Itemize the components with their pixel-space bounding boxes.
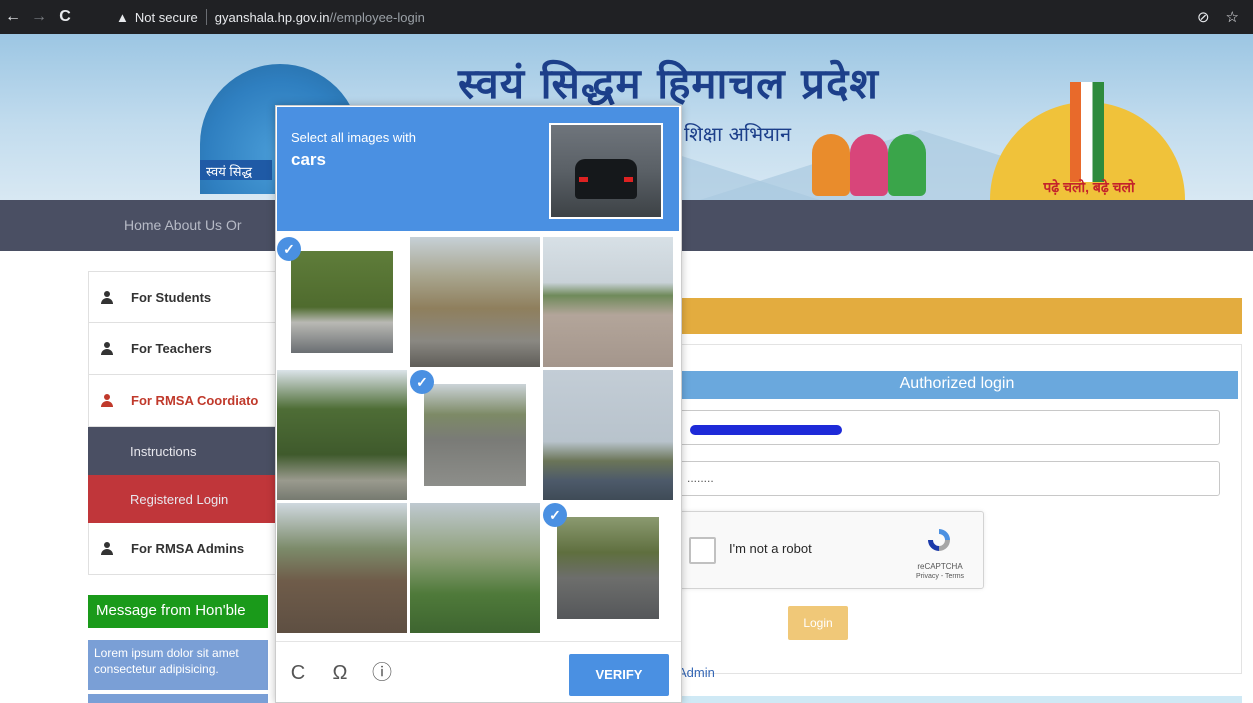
checkmark-icon: ✓ bbox=[410, 370, 434, 394]
challenge-tile[interactable]: ✓ bbox=[410, 370, 540, 500]
challenge-target: cars bbox=[291, 150, 326, 169]
sidebar-item-label: For Teachers bbox=[131, 341, 212, 356]
bookmark-star-icon[interactable]: ☆ bbox=[1226, 8, 1239, 26]
eye-off-icon[interactable]: ⊘ bbox=[1197, 8, 1210, 26]
tile-image bbox=[277, 503, 407, 633]
authorized-login-header: Authorized login bbox=[676, 371, 1238, 399]
user-icon bbox=[101, 342, 113, 355]
back-icon[interactable]: ← bbox=[0, 8, 26, 26]
site-subtitle: शिक्षा अभियान bbox=[684, 122, 792, 146]
sidebar-item-teachers[interactable]: For Teachers bbox=[88, 323, 278, 375]
recaptcha-widget: I'm not a robot reCAPTCHA Privacy - Term… bbox=[678, 511, 984, 589]
tile-image bbox=[543, 370, 673, 500]
challenge-tile[interactable] bbox=[277, 370, 407, 500]
challenge-tile[interactable]: ✓ bbox=[277, 237, 407, 367]
sidebar-item-students[interactable]: For Students bbox=[88, 271, 278, 323]
tile-image bbox=[410, 503, 540, 633]
message-body-strip bbox=[88, 694, 268, 703]
child-figure bbox=[850, 134, 888, 196]
tile-image bbox=[543, 237, 673, 367]
user-icon bbox=[101, 394, 113, 407]
message-header: Message from Hon'ble bbox=[88, 595, 268, 628]
tile-image bbox=[410, 237, 540, 367]
challenge-tile[interactable] bbox=[543, 370, 673, 500]
url-path: //employee-login bbox=[329, 9, 425, 25]
child-figure bbox=[812, 134, 850, 196]
sample-car-image bbox=[549, 123, 663, 219]
forward-icon[interactable]: → bbox=[26, 8, 52, 26]
recaptcha-terms-link[interactable]: Privacy - Terms bbox=[905, 573, 975, 580]
sidebar-sub-instructions[interactable]: Instructions bbox=[88, 427, 278, 475]
challenge-header: Select all images with cars bbox=[277, 107, 679, 231]
challenge-tile[interactable] bbox=[277, 503, 407, 633]
app-root: ← → C ▲ Not secure gyanshala.hp.gov.in /… bbox=[0, 0, 1253, 703]
tile-image bbox=[557, 517, 659, 619]
login-section-bar bbox=[676, 298, 1242, 334]
sidebar: For Students For Teachers For RMSA Coord… bbox=[88, 271, 278, 575]
nav-links[interactable]: Home About Us Or bbox=[124, 217, 242, 233]
checkmark-icon: ✓ bbox=[277, 237, 301, 261]
recaptcha-brand: reCAPTCHA bbox=[917, 562, 963, 571]
sidebar-sub-registered-login[interactable]: Registered Login bbox=[88, 475, 278, 523]
recaptcha-label: I'm not a robot bbox=[729, 541, 812, 556]
warning-triangle-icon: ▲ bbox=[116, 9, 129, 25]
car-taillight bbox=[624, 177, 633, 182]
password-field[interactable]: ........ bbox=[678, 461, 1220, 496]
address-bar[interactable]: ▲ Not secure gyanshala.hp.gov.in //emplo… bbox=[110, 5, 1235, 29]
challenge-tile[interactable] bbox=[410, 503, 540, 633]
logo-motto: पढ़े चलो, बढ़े चलो bbox=[1043, 179, 1135, 195]
reload-challenge-icon[interactable]: C bbox=[286, 662, 310, 686]
admin-link[interactable]: Admin bbox=[678, 665, 715, 680]
user-icon bbox=[101, 290, 113, 304]
checkmark-icon: ✓ bbox=[543, 503, 567, 527]
abhiyan-logo: पढ़े चलो, बढ़े चलो bbox=[990, 72, 1185, 200]
address-separator bbox=[205, 9, 207, 25]
url-host: gyanshala.hp.gov.in bbox=[214, 9, 330, 25]
left-logo-text: स्वयं सिद्ध bbox=[200, 160, 272, 180]
challenge-prompt: Select all images with bbox=[291, 130, 416, 145]
child-figure bbox=[888, 134, 926, 196]
recaptcha-checkbox[interactable] bbox=[689, 537, 716, 564]
login-button[interactable]: Login bbox=[788, 606, 848, 640]
site-title: स्वयं सिद्धम हिमाचल प्रदेश bbox=[458, 59, 879, 108]
audio-challenge-icon[interactable]: Ω bbox=[328, 662, 352, 686]
recaptcha-challenge-popup: Select all images with cars ✓ ✓ ✓ C Ω ⓘ … bbox=[275, 105, 682, 703]
children-reading-illustration bbox=[812, 118, 932, 196]
sidebar-item-label: For Students bbox=[131, 289, 212, 305]
not-secure-label: Not secure bbox=[134, 9, 198, 25]
browser-toolbar: ← → C ▲ Not secure gyanshala.hp.gov.in /… bbox=[0, 0, 1253, 34]
toolbar-right: ⊘ ☆ bbox=[1197, 8, 1239, 26]
recaptcha-logo-icon bbox=[928, 529, 950, 551]
challenge-tile[interactable]: ✓ bbox=[543, 503, 673, 633]
car-taillight bbox=[579, 177, 588, 182]
bottom-info-strip bbox=[676, 696, 1242, 703]
sidebar-item-rmsa-coordinator[interactable]: For RMSA Coordiato bbox=[88, 375, 278, 427]
tile-image bbox=[291, 251, 393, 353]
challenge-tile[interactable] bbox=[410, 237, 540, 367]
redacted-email-scribble bbox=[690, 425, 842, 435]
pencil-shape bbox=[1070, 82, 1104, 182]
tile-image bbox=[424, 384, 526, 486]
sidebar-item-rmsa-admins[interactable]: For RMSA Admins bbox=[88, 523, 278, 575]
message-body: Lorem ipsum dolor sit amet consectetur a… bbox=[88, 640, 268, 690]
tile-image bbox=[277, 370, 407, 500]
verify-button[interactable]: VERIFY bbox=[569, 654, 669, 696]
reload-icon[interactable]: C bbox=[52, 8, 78, 26]
challenge-footer: C Ω ⓘ VERIFY bbox=[276, 641, 681, 702]
sidebar-item-label: For RMSA Admins bbox=[131, 541, 245, 556]
sidebar-item-label: For RMSA Coordiato bbox=[131, 393, 259, 408]
challenge-tile[interactable] bbox=[543, 237, 673, 367]
user-icon bbox=[101, 542, 113, 555]
info-icon[interactable]: ⓘ bbox=[370, 662, 394, 686]
